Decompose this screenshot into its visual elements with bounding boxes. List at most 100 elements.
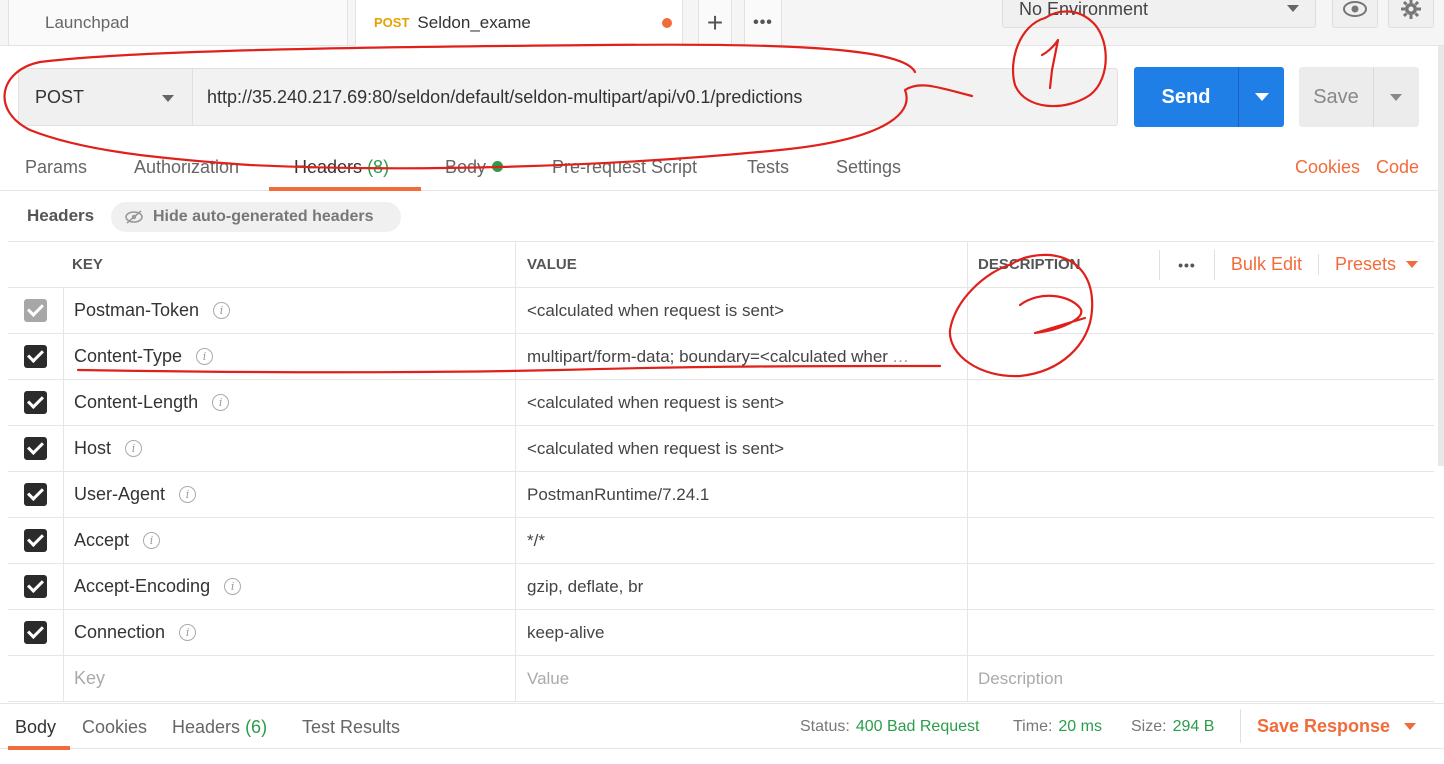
header-description-cell[interactable]	[968, 380, 1434, 425]
checkbox[interactable]	[24, 391, 47, 414]
new-description-input[interactable]: Description	[968, 656, 1434, 701]
tab-seldon-exame[interactable]: POST Seldon_exame	[355, 0, 683, 46]
info-icon[interactable]: i	[179, 486, 197, 503]
header-value-cell[interactable]: <calculated when request is sent>	[516, 426, 968, 471]
size-value: 294 B	[1172, 718, 1215, 735]
checkbox[interactable]	[24, 621, 47, 644]
table-row: Connection i keep-alive	[8, 610, 1434, 656]
method-select[interactable]: POST	[18, 68, 192, 126]
environment-select[interactable]: No Environment	[1002, 0, 1316, 28]
header-key-cell[interactable]: Content-Length i	[64, 380, 516, 425]
hide-auto-generated-headers-button[interactable]: Hide auto-generated headers	[111, 202, 401, 232]
header-key-cell[interactable]: Accept i	[64, 518, 516, 563]
time-label: Time:	[1013, 718, 1053, 735]
header-value: <calculated when request is sent>	[527, 392, 785, 412]
headers-section-title: Headers	[27, 206, 95, 225]
info-icon[interactable]: i	[213, 302, 231, 319]
header-value-cell[interactable]: gzip, deflate, br	[516, 564, 968, 609]
save-options-button[interactable]	[1373, 67, 1419, 127]
header-value: */*	[527, 530, 545, 550]
response-status: Status: 400 Bad Request	[800, 718, 979, 736]
checkbox[interactable]	[24, 345, 47, 368]
header-key-cell[interactable]: Host i	[64, 426, 516, 471]
header-description-cell[interactable]	[968, 426, 1434, 471]
column-header-key: KEY	[64, 242, 516, 287]
chevron-down-icon	[1390, 94, 1402, 101]
bulk-edit-link[interactable]: Bulk Edit	[1215, 254, 1319, 275]
send-button[interactable]: Send	[1134, 67, 1238, 127]
manage-environments-button[interactable]	[1388, 0, 1434, 28]
header-description-cell[interactable]	[968, 518, 1434, 563]
header-value-cell[interactable]: <calculated when request is sent>	[516, 380, 968, 425]
environment-quick-look-button[interactable]	[1332, 0, 1378, 28]
header-description-cell[interactable]	[968, 564, 1434, 609]
response-tab-headers[interactable]: Headers (6)	[172, 717, 267, 738]
checkbox[interactable]	[24, 483, 47, 506]
header-description-cell[interactable]	[968, 610, 1434, 655]
checkbox[interactable]	[24, 437, 47, 460]
header-value-cell[interactable]: PostmanRuntime/7.24.1	[516, 472, 968, 517]
tab-settings[interactable]: Settings	[836, 157, 901, 178]
chevron-down-icon	[1255, 93, 1269, 101]
tab-params[interactable]: Params	[25, 157, 87, 178]
code-link[interactable]: Code	[1376, 157, 1419, 178]
info-icon[interactable]: i	[143, 532, 161, 549]
save-response-button[interactable]: Save Response	[1240, 709, 1417, 743]
response-tab-cookies[interactable]: Cookies	[82, 717, 147, 738]
header-description-cell[interactable]	[968, 334, 1434, 379]
environment-selected-label: No Environment	[1019, 0, 1149, 19]
save-button[interactable]: Save	[1299, 67, 1373, 127]
info-icon[interactable]: i	[196, 348, 214, 365]
tab-authorization[interactable]: Authorization	[134, 157, 239, 178]
header-description-cell[interactable]	[968, 472, 1434, 517]
presets-dropdown[interactable]: Presets	[1319, 254, 1434, 275]
tab-tests[interactable]: Tests	[747, 157, 789, 178]
tab-headers[interactable]: Headers (8)	[294, 157, 389, 178]
response-tab-test-results[interactable]: Test Results	[302, 717, 400, 738]
tab-prerequest-script[interactable]: Pre-request Script	[552, 157, 697, 178]
tab-launchpad[interactable]: Launchpad	[8, 0, 348, 46]
checkbox[interactable]	[24, 575, 47, 598]
header-value-cell[interactable]: */*	[516, 518, 968, 563]
header-key-cell[interactable]: User-Agent i	[64, 472, 516, 517]
header-key: Accept-Encoding	[74, 576, 211, 596]
row-checkbox-cell	[8, 426, 64, 471]
new-value-input[interactable]: Value	[516, 656, 968, 701]
tab-strip: Launchpad POST Seldon_exame + ••• No Env…	[0, 0, 1444, 46]
info-icon[interactable]: i	[212, 394, 230, 411]
method-label: POST	[35, 86, 85, 107]
response-bar: Body Cookies Headers (6) Test Results St…	[0, 703, 1444, 750]
header-key: Content-Length	[74, 392, 199, 412]
info-icon[interactable]: i	[179, 624, 197, 641]
more-tabs-button[interactable]: •••	[744, 0, 782, 46]
header-value-cell[interactable]: <calculated when request is sent>	[516, 288, 968, 333]
header-key: Content-Type	[74, 346, 183, 366]
send-options-button[interactable]	[1238, 67, 1284, 127]
checkbox[interactable]	[24, 299, 47, 322]
tab-method-badge: POST	[374, 15, 410, 30]
header-description-cell[interactable]	[968, 288, 1434, 333]
new-key-input[interactable]: Key	[64, 656, 516, 701]
info-icon[interactable]: i	[125, 440, 143, 457]
vertical-scrollbar[interactable]	[1438, 46, 1444, 466]
status-value: 400 Bad Request	[855, 718, 980, 735]
truncation-ellipsis: …	[891, 346, 909, 366]
tab-body[interactable]: Body	[445, 157, 504, 178]
header-value-cell[interactable]: keep-alive	[516, 610, 968, 655]
row-checkbox-cell	[8, 656, 64, 701]
checkbox[interactable]	[24, 529, 47, 552]
header-key-cell[interactable]: Content-Type i	[64, 334, 516, 379]
cookies-link[interactable]: Cookies	[1295, 157, 1360, 178]
tab-body-label: Body	[445, 157, 487, 177]
header-key-cell[interactable]: Postman-Token i	[64, 288, 516, 333]
new-tab-button[interactable]: +	[698, 0, 732, 46]
header-value-cell[interactable]: multipart/form-data; boundary=<calculate…	[516, 334, 968, 379]
response-headers-label: Headers	[172, 717, 241, 737]
header-key-cell[interactable]: Accept-Encoding i	[64, 564, 516, 609]
header-key-cell[interactable]: Connection i	[64, 610, 516, 655]
row-checkbox-cell	[8, 518, 64, 563]
table-more-button[interactable]: •••	[1158, 249, 1215, 280]
url-input[interactable]: http://35.240.217.69:80/seldon/default/s…	[192, 68, 1118, 126]
response-tab-body[interactable]: Body	[15, 717, 56, 738]
info-icon[interactable]: i	[224, 578, 242, 595]
